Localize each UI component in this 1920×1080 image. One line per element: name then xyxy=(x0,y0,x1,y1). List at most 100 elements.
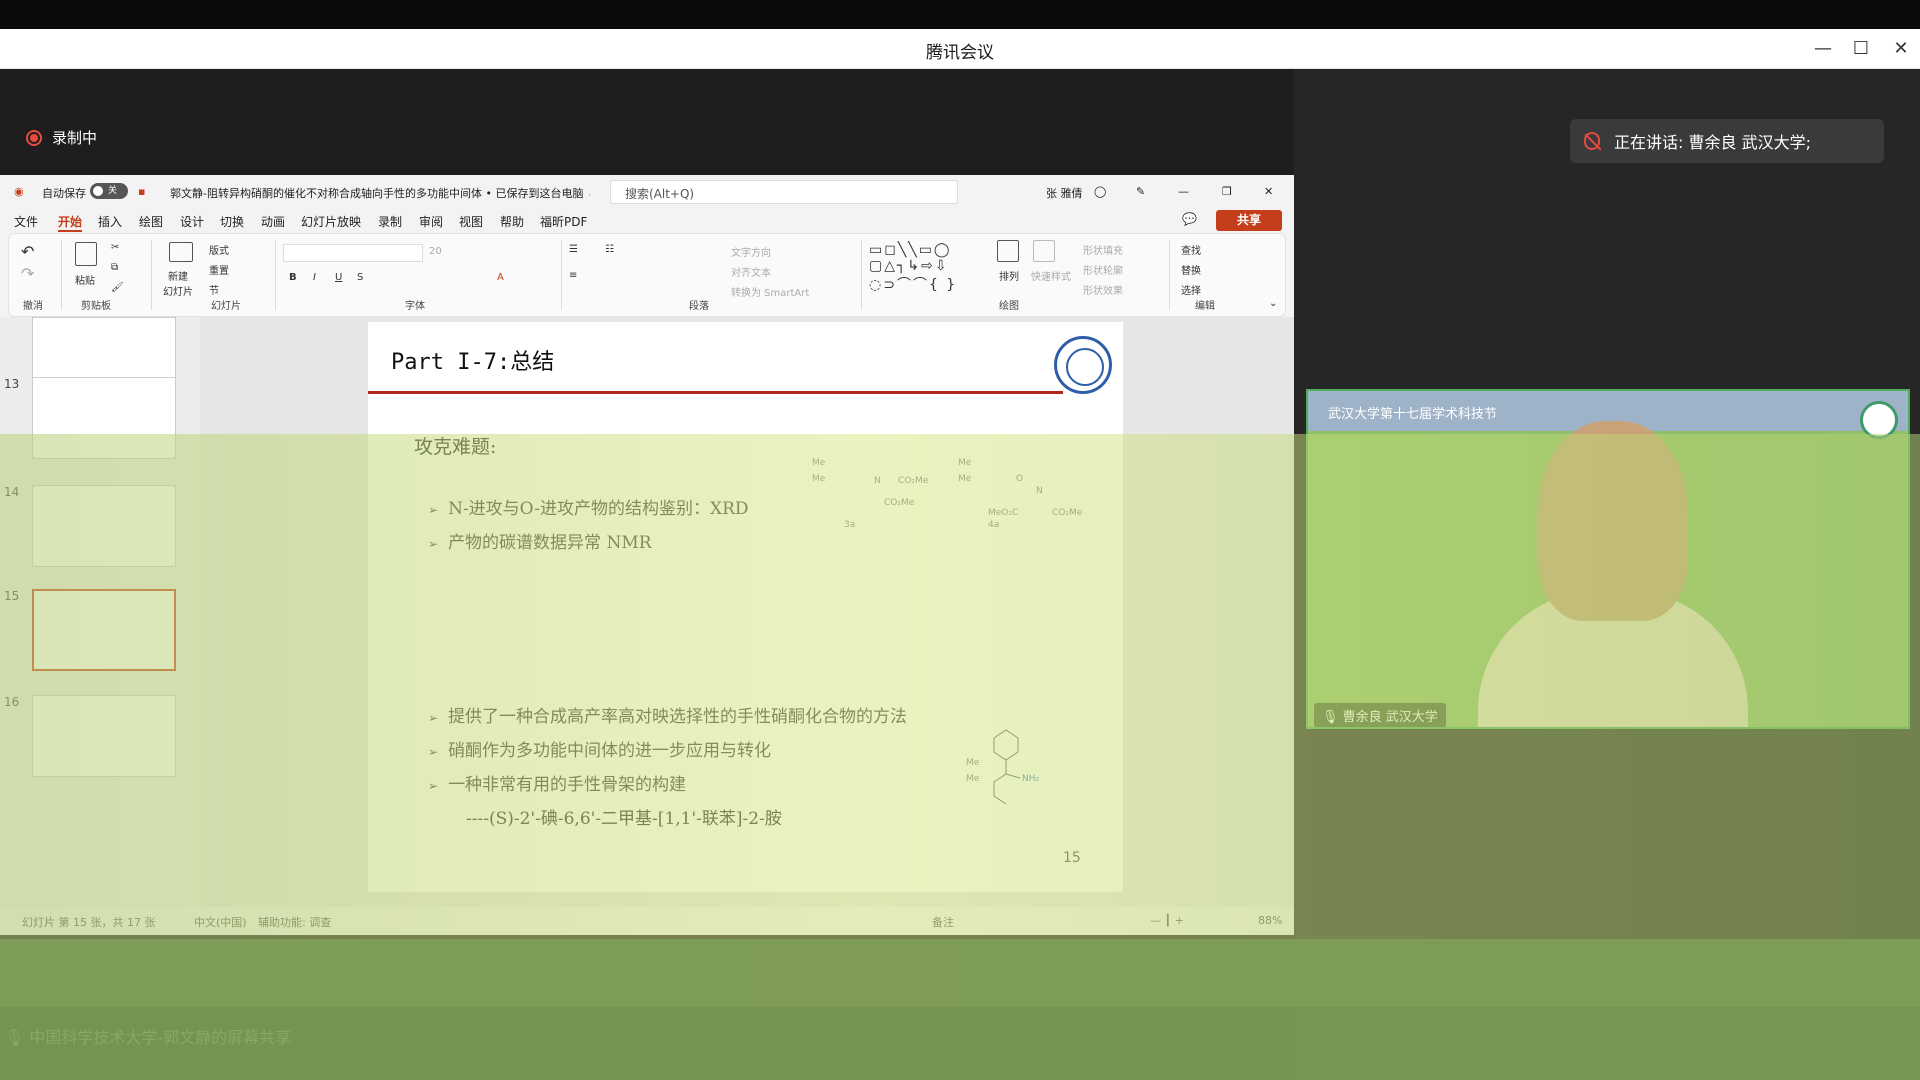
quick-styles-icon[interactable] xyxy=(1033,240,1055,262)
ribbon-collapse-icon[interactable]: ⌄ xyxy=(1269,298,1277,309)
language-status[interactable]: 中文(中国) xyxy=(194,914,247,930)
numbering-icon[interactable]: ☷ xyxy=(605,244,614,255)
font-color-button[interactable]: A xyxy=(497,272,504,283)
slide-thumbnail-active[interactable] xyxy=(32,589,176,671)
slide-thumbnail[interactable] xyxy=(32,377,176,459)
speaking-indicator[interactable]: 正在讲话: 曹余良 武汉大学; xyxy=(1570,119,1884,163)
slide-thumbnail-pane: 13 14 15 16 xyxy=(0,317,200,935)
zoom-level[interactable]: 88% xyxy=(1258,914,1282,927)
menu-design[interactable]: 设计 xyxy=(180,213,204,230)
format-painter-icon[interactable]: 🖌 xyxy=(111,282,124,293)
menu-slideshow[interactable]: 幻灯片放映 xyxy=(301,213,361,230)
recording-indicator[interactable]: 录制中 xyxy=(26,127,97,148)
comment-icon[interactable]: 💬 xyxy=(1182,212,1197,226)
slide-thumbnail[interactable] xyxy=(32,485,176,567)
find-button[interactable]: 查找 xyxy=(1181,242,1201,257)
section-button[interactable]: 节 xyxy=(209,282,219,297)
bold-button[interactable]: B xyxy=(289,272,297,283)
autosave-toggle[interactable]: 关 xyxy=(90,183,128,199)
chem-label: N xyxy=(1036,486,1043,496)
shapes-gallery[interactable]: ▭◻╲╲▭◯ ▢△┐↳⇨⇩ ◌⊃⌒⌒{ } xyxy=(869,242,957,294)
menu-review[interactable]: 审阅 xyxy=(419,213,443,230)
notes-button[interactable]: 备注 xyxy=(932,914,954,930)
shape-effect-button[interactable]: 形状效果 xyxy=(1083,282,1123,297)
bullets-icon[interactable]: ☰ xyxy=(569,244,578,255)
menu-help[interactable]: 帮助 xyxy=(500,213,524,230)
shape-fill-button[interactable]: 形状填充 xyxy=(1083,242,1123,257)
user-name[interactable]: 张 雅倩 xyxy=(1046,185,1083,201)
align-left-icon[interactable]: ≡ xyxy=(569,270,577,281)
shape-outline-button[interactable]: 形状轮廓 xyxy=(1083,262,1123,277)
bullet-item: 一种非常有用的手性骨架的构建 xyxy=(428,770,686,795)
font-size-select[interactable]: 20 xyxy=(429,246,442,257)
reset-button[interactable]: 重置 xyxy=(209,262,229,277)
mic-muted-icon[interactable] xyxy=(1584,132,1600,150)
avatar-icon[interactable]: ◯ xyxy=(1094,185,1106,198)
menu-transitions[interactable]: 切换 xyxy=(220,213,244,230)
paste-button[interactable]: 粘贴 xyxy=(75,272,95,287)
slide-canvas[interactable]: Part I-7:总结 攻克难题: N-进攻与O-进攻产物的结构鉴别：XRD 产… xyxy=(368,322,1123,892)
accessibility-status[interactable]: 辅助功能: 调查 xyxy=(258,914,331,930)
zoom-slider[interactable]: — ┃ + xyxy=(1150,914,1184,927)
chem-label: O xyxy=(1016,474,1024,484)
menu-home[interactable]: 开始 xyxy=(58,213,83,232)
ppt-minimize-button[interactable]: — xyxy=(1178,185,1189,198)
record-icon xyxy=(26,129,42,146)
align-text-button[interactable]: 对齐文本 xyxy=(731,264,771,279)
group-drawing: 绘图 xyxy=(999,301,1019,312)
menu-foxit-pdf[interactable]: 福昕PDF xyxy=(540,213,587,230)
arrange-button[interactable]: 排列 xyxy=(999,268,1019,283)
smartart-button[interactable]: 转换为 SmartArt xyxy=(731,284,809,299)
menu-view[interactable]: 视图 xyxy=(459,213,483,230)
menu-record[interactable]: 录制 xyxy=(378,213,402,230)
menu-insert[interactable]: 插入 xyxy=(98,213,122,230)
share-button[interactable]: 共享 xyxy=(1216,210,1282,231)
copy-icon[interactable]: ⧉ xyxy=(111,262,118,273)
replace-button[interactable]: 替换 xyxy=(1181,262,1201,277)
slide-count: 幻灯片 第 15 张，共 17 张 xyxy=(22,916,156,929)
recording-label: 录制中 xyxy=(52,129,98,147)
cut-icon[interactable]: ✂ xyxy=(111,242,119,253)
menu-animations[interactable]: 动画 xyxy=(261,213,285,230)
paste-icon[interactable] xyxy=(75,242,97,266)
layout-button[interactable]: 版式 xyxy=(209,242,229,257)
underline-button[interactable]: U xyxy=(335,272,342,283)
search-input[interactable]: 搜索(Alt+Q) xyxy=(610,180,958,204)
chem-label: Me xyxy=(958,458,972,468)
select-button[interactable]: 选择 xyxy=(1181,282,1201,297)
arrange-icon[interactable] xyxy=(997,240,1019,262)
shadow-button[interactable]: S xyxy=(357,272,363,283)
save-icon[interactable]: ▪ xyxy=(138,185,145,198)
text-direction-button[interactable]: 文字方向 xyxy=(731,244,771,259)
pen-icon[interactable]: ✎ xyxy=(1136,185,1145,198)
bullet-item: N-进攻与O-进攻产物的结构鉴别：XRD xyxy=(428,494,748,519)
italic-button[interactable]: I xyxy=(313,272,316,283)
quick-styles-button[interactable]: 快速样式 xyxy=(1031,268,1071,283)
close-button[interactable]: ✕ xyxy=(1886,35,1916,63)
slide-editor: Part I-7:总结 攻克难题: N-进攻与O-进攻产物的结构鉴别：XRD 产… xyxy=(200,317,1294,907)
autosave-label: 自动保存 xyxy=(42,187,86,200)
ppt-restore-button[interactable]: ❐ xyxy=(1222,185,1232,198)
minimize-button[interactable]: — xyxy=(1808,35,1838,63)
font-name-select[interactable] xyxy=(283,244,423,262)
undo-icon[interactable]: ↶ xyxy=(21,242,34,261)
slide-thumbnail[interactable] xyxy=(32,695,176,777)
ppt-close-button[interactable]: ✕ xyxy=(1264,185,1273,198)
menu-file[interactable]: 文件 xyxy=(14,213,38,230)
maximize-button[interactable]: ☐ xyxy=(1846,35,1876,63)
new-slide-button[interactable]: 新建 幻灯片 xyxy=(163,268,193,298)
chem-label: 4a xyxy=(988,520,1000,530)
ppt-menu-bar: 文件 开始 插入 绘图 设计 切换 动画 幻灯片放映 录制 审阅 视图 帮助 福… xyxy=(0,209,1294,233)
bullet-item: 产物的碳谱数据异常 NMR xyxy=(428,528,652,553)
participant-video[interactable]: 武汉大学第十七届学术科技节 🎙 曹余良 武汉大学 xyxy=(1306,389,1910,729)
menu-draw[interactable]: 绘图 xyxy=(139,213,163,230)
chem-label: Me xyxy=(958,474,972,484)
chem-label: 3a xyxy=(844,520,856,530)
thumb-number: 15 xyxy=(4,589,20,603)
redo-icon[interactable]: ↷ xyxy=(21,264,34,283)
mic-icon: 🎙 xyxy=(4,1028,25,1047)
new-slide-icon[interactable] xyxy=(169,242,193,262)
window-title: 腾讯会议 xyxy=(926,43,994,63)
document-title[interactable]: 郭文静-阻转异构硝酮的催化不对称合成轴向手性的多功能中间体 • 已保存到这台电脑… xyxy=(170,185,590,201)
thumb-number: 16 xyxy=(4,695,20,709)
